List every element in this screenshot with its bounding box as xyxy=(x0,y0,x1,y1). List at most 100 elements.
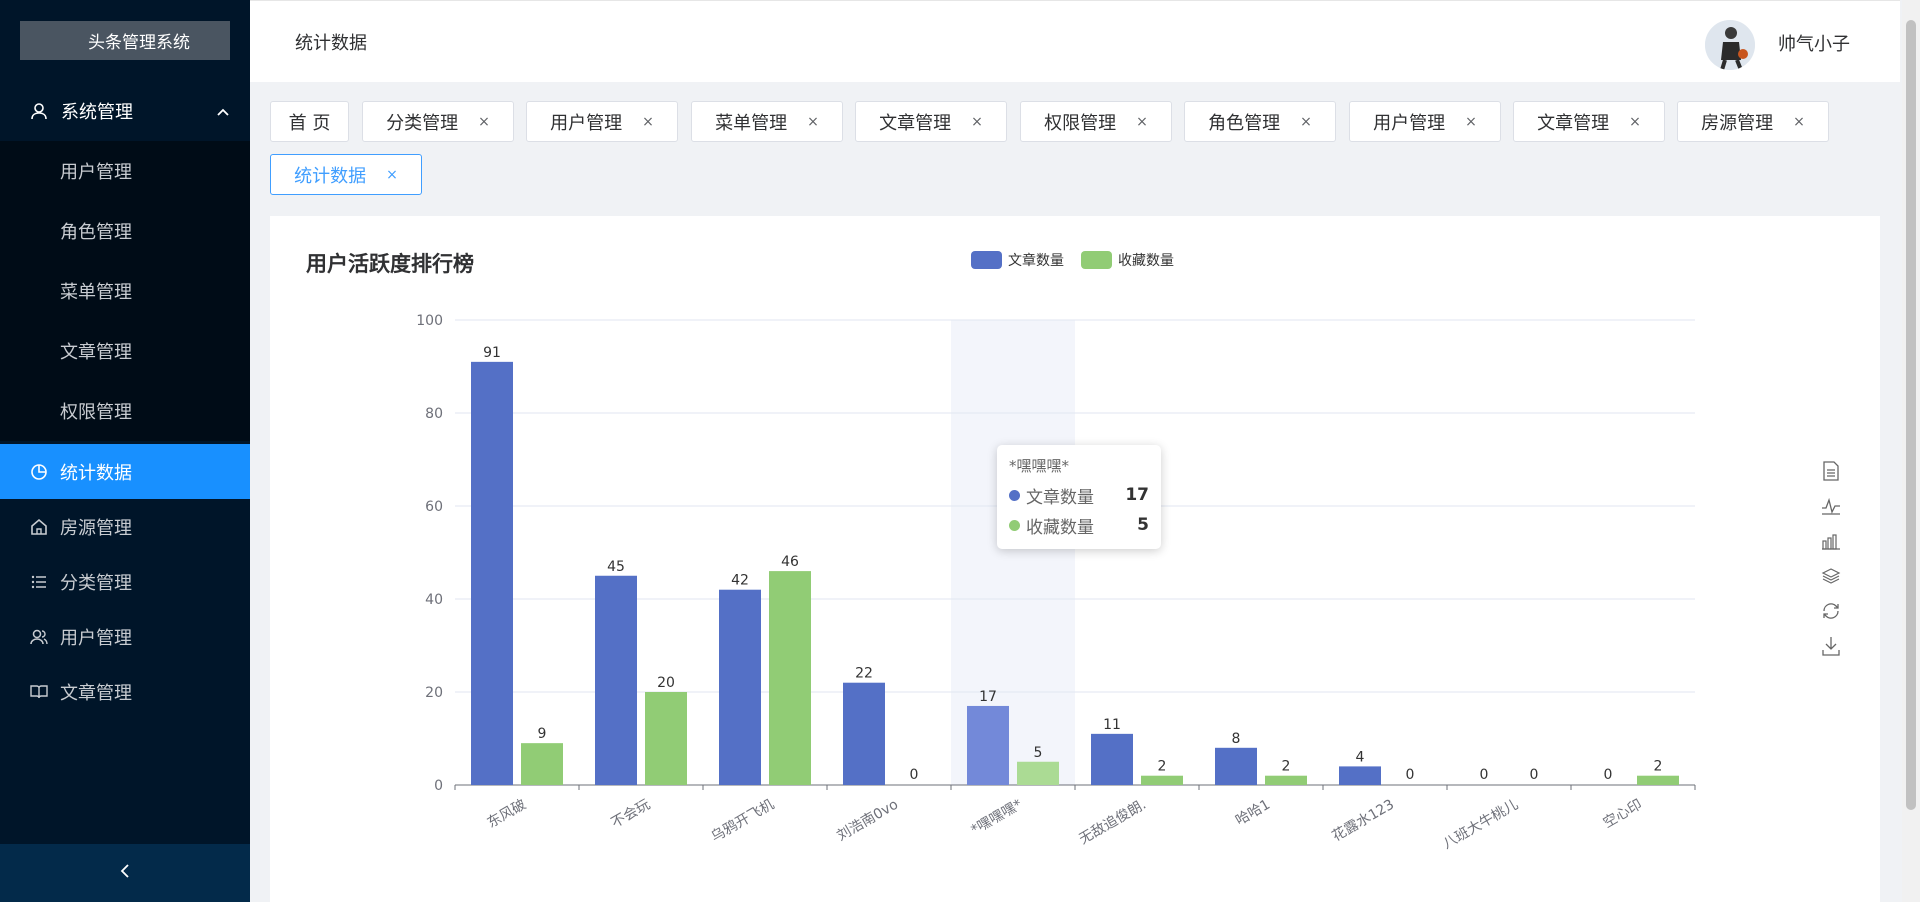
x-tick-label: 刘浩南0vo xyxy=(834,797,901,845)
bar xyxy=(1637,775,1679,785)
close-icon[interactable]: × xyxy=(1793,114,1805,130)
tab-label: 权限管理 xyxy=(1044,112,1117,134)
sidebar-item-users[interactable]: 用户管理 xyxy=(0,609,250,664)
tab-label: 房源管理 xyxy=(1701,112,1774,134)
menu-group-system[interactable]: 系统管理 xyxy=(0,81,250,141)
tooltip-title: *嘿嘿嘿* xyxy=(1009,457,1070,475)
tab-label: 首 页 xyxy=(288,112,331,134)
x-tick-label: 花露水123 xyxy=(1329,797,1397,845)
tab-label: 用户管理 xyxy=(1373,112,1446,134)
x-tick-label: 哈哈1 xyxy=(1233,797,1273,829)
username[interactable]: 帅气小子 xyxy=(1778,30,1850,56)
tooltip-row: 文章数量 17 xyxy=(1009,480,1149,510)
bar xyxy=(1091,733,1133,785)
submenu-item-permissions[interactable]: 权限管理 xyxy=(0,381,250,441)
app-logo[interactable]: 头条管理系统 xyxy=(20,21,230,60)
tab-articles-2[interactable]: 文章管理 × xyxy=(1513,101,1665,142)
bar xyxy=(967,705,1009,785)
bar-value-label: 42 xyxy=(731,573,749,589)
bar-value-label: 20 xyxy=(657,675,675,691)
bar-value-label: 11 xyxy=(1103,717,1121,733)
submenu-item-roles[interactable]: 角色管理 xyxy=(0,201,250,261)
bar xyxy=(471,361,513,785)
sidebar-item-categories[interactable]: 分类管理 xyxy=(0,554,250,609)
page-title: 统计数据 xyxy=(295,33,367,54)
data-view-icon[interactable] xyxy=(1820,460,1842,482)
sidebar-item-statistics[interactable]: 统计数据 xyxy=(0,444,250,499)
bar-chart-icon[interactable] xyxy=(1820,530,1842,552)
tab-houses[interactable]: 房源管理 × xyxy=(1677,101,1829,142)
y-tick-label: 0 xyxy=(434,778,443,794)
tab-statistics[interactable]: 统计数据 × xyxy=(270,154,422,195)
tab-menus[interactable]: 菜单管理 × xyxy=(691,101,843,142)
bar-value-label: 2 xyxy=(1282,759,1291,775)
close-icon[interactable]: × xyxy=(1629,114,1641,130)
tab-label: 角色管理 xyxy=(1208,112,1281,134)
bar-value-label: 0 xyxy=(1406,767,1415,783)
tab-permissions[interactable]: 权限管理 × xyxy=(1020,101,1172,142)
tab-label: 分类管理 xyxy=(386,112,459,134)
bar-value-label: 17 xyxy=(979,689,997,705)
save-image-icon[interactable] xyxy=(1820,635,1842,657)
chevron-left-icon xyxy=(118,863,132,883)
bar-value-label: 0 xyxy=(1480,767,1489,783)
sidebar-item-label: 分类管理 xyxy=(60,572,132,594)
x-tick-label: *嘿嘿嘿* xyxy=(969,797,1025,839)
line-chart-icon[interactable] xyxy=(1820,495,1842,517)
tooltip-series-name: 收藏数量 xyxy=(1026,517,1094,538)
tab-home[interactable]: 首 页 xyxy=(270,101,349,142)
tab-categories[interactable]: 分类管理 × xyxy=(362,101,514,142)
chart-panel: 用户活跃度排行榜 文章数量 收藏数量 0 20 40 60 80 100 91 9 东风破 45 2… xyxy=(270,216,1880,902)
tab-users-2[interactable]: 用户管理 × xyxy=(1349,101,1501,142)
bar-value-label: 22 xyxy=(855,666,873,682)
home-icon xyxy=(29,517,49,537)
tab-label: 菜单管理 xyxy=(715,112,788,134)
close-icon[interactable]: × xyxy=(971,114,983,130)
y-tick-label: 20 xyxy=(425,685,443,701)
close-icon[interactable]: × xyxy=(386,167,398,183)
close-icon[interactable]: × xyxy=(478,114,490,130)
bar xyxy=(1265,775,1307,785)
sidebar-item-label: 文章管理 xyxy=(60,682,132,704)
sidebar-item-label: 用户管理 xyxy=(60,627,132,649)
sidebar-item-label: 统计数据 xyxy=(60,462,132,484)
bar-value-label: 8 xyxy=(1232,731,1241,747)
submenu-item-menus[interactable]: 菜单管理 xyxy=(0,261,250,321)
sidebar: 头条管理系统 系统管理 用户管理 角色管理 菜单管理 文章管理 权限管理 统计数… xyxy=(0,0,250,902)
bar xyxy=(1017,761,1059,785)
page-scrollbar[interactable] xyxy=(1902,0,1920,902)
user-icon xyxy=(29,101,49,121)
close-icon[interactable]: × xyxy=(642,114,654,130)
sidebar-item-label: 房源管理 xyxy=(60,517,132,539)
stack-icon[interactable] xyxy=(1820,565,1842,587)
bar-value-label: 45 xyxy=(607,559,625,575)
menu-group-label: 系统管理 xyxy=(61,102,133,123)
tooltip-value: 5 xyxy=(1137,515,1149,535)
submenu-item-articles[interactable]: 文章管理 xyxy=(0,321,250,381)
tab-label: 用户管理 xyxy=(550,112,623,134)
bar-chart: 020406080100919东风破4520不会玩4246乌鸦开飞机220刘浩南… xyxy=(416,313,1696,852)
y-tick-label: 40 xyxy=(425,592,443,608)
tab-roles[interactable]: 角色管理 × xyxy=(1184,101,1336,142)
close-icon[interactable]: × xyxy=(1136,114,1148,130)
sidebar-collapse-button[interactable] xyxy=(0,844,250,902)
avatar[interactable] xyxy=(1705,20,1755,70)
bar-value-label: 2 xyxy=(1654,759,1663,775)
bar xyxy=(521,743,563,785)
tab-articles[interactable]: 文章管理 × xyxy=(855,101,1007,142)
y-tick-label: 100 xyxy=(416,313,443,329)
sidebar-item-articles[interactable]: 文章管理 xyxy=(0,664,250,719)
close-icon[interactable]: × xyxy=(807,114,819,130)
series-dot xyxy=(1009,519,1020,531)
tab-users[interactable]: 用户管理 × xyxy=(526,101,678,142)
top-header: 统计数据 帅气小子 xyxy=(250,0,1900,82)
submenu-item-users[interactable]: 用户管理 xyxy=(0,141,250,201)
tooltip-series-name: 文章数量 xyxy=(1026,487,1094,508)
scrollbar-thumb[interactable] xyxy=(1906,20,1916,810)
sidebar-item-houses[interactable]: 房源管理 xyxy=(0,499,250,554)
close-icon[interactable]: × xyxy=(1300,114,1312,130)
restore-icon[interactable] xyxy=(1820,600,1842,622)
tab-label: 文章管理 xyxy=(879,112,952,134)
close-icon[interactable]: × xyxy=(1465,114,1477,130)
chevron-up-icon xyxy=(216,103,230,124)
